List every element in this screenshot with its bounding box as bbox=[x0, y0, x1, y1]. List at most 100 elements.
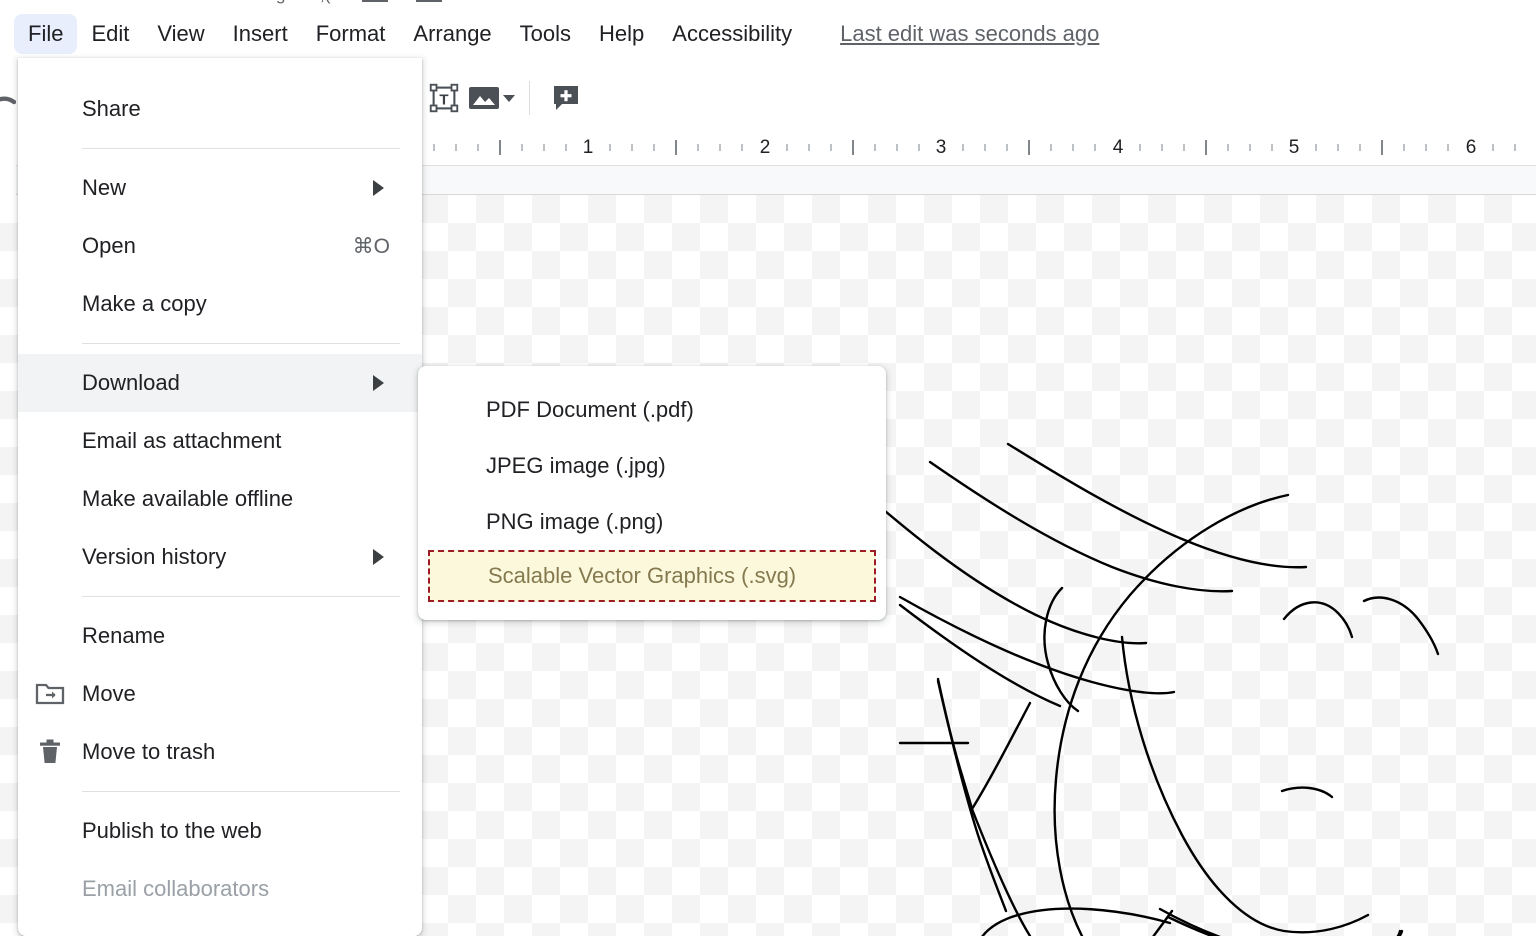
move-folder-icon bbox=[18, 681, 82, 707]
ruler-tick bbox=[631, 144, 634, 151]
undo-icon[interactable] bbox=[0, 62, 17, 195]
top-glyph-2: ▭ bbox=[52, 0, 68, 3]
file-menu-item-email-as-attachment[interactable]: Email as attachment bbox=[18, 412, 422, 470]
menu-separator-1 bbox=[82, 148, 400, 149]
ruler-tick bbox=[1403, 144, 1406, 151]
menubar-item-accessibility[interactable]: Accessibility bbox=[658, 14, 806, 54]
ruler-label: 1 bbox=[582, 137, 594, 158]
ruler-tick bbox=[520, 144, 523, 151]
chevron-right-icon bbox=[373, 180, 384, 196]
download-submenu-item-svg[interactable]: Scalable Vector Graphics (.svg) bbox=[428, 550, 876, 602]
image-dropdown-caret-icon[interactable] bbox=[503, 94, 515, 102]
file-menu-item-publish-to-the-web-label: Publish to the web bbox=[82, 818, 262, 843]
file-menu-item-new-label: New bbox=[82, 175, 127, 200]
file-menu-item-open-shortcut: ⌘O bbox=[352, 234, 390, 258]
ruler-tick bbox=[1006, 144, 1009, 151]
window-top-cut-row: ⌂ ▭ ▭ ▭ ▭ ▭ g ,( bbox=[0, 0, 1536, 8]
top-glyph-3: ▭ bbox=[96, 0, 112, 3]
ruler-tick bbox=[829, 144, 832, 151]
ruler-tick bbox=[454, 144, 457, 151]
menu-separator-4 bbox=[82, 791, 400, 792]
ruler-label: 4 bbox=[1112, 137, 1124, 158]
file-menu-item-new[interactable]: New bbox=[18, 159, 422, 217]
file-menu-item-make-a-copy[interactable]: Make a copy bbox=[18, 275, 422, 333]
ruler-tick bbox=[542, 144, 545, 151]
ruler-tick bbox=[1270, 144, 1273, 151]
ruler-tick bbox=[851, 140, 854, 155]
menubar-item-edit[interactable]: Edit bbox=[77, 14, 143, 54]
trash-icon bbox=[18, 738, 82, 766]
add-comment-icon[interactable] bbox=[544, 76, 588, 120]
menubar-item-insert[interactable]: Insert bbox=[219, 14, 302, 54]
ruler-tick bbox=[1204, 140, 1207, 155]
ruler-tick bbox=[719, 144, 722, 151]
menubar-item-format[interactable]: Format bbox=[302, 14, 400, 54]
top-glyph-7: g bbox=[276, 0, 285, 3]
file-menu-item-rename-label: Rename bbox=[82, 623, 166, 648]
ruler-tick bbox=[1359, 144, 1362, 151]
ruler-tick bbox=[895, 144, 898, 151]
top-glyph-8: ,( bbox=[320, 0, 330, 3]
ruler-tick bbox=[653, 144, 656, 151]
chevron-right-icon bbox=[373, 549, 384, 565]
ruler-tick bbox=[1491, 144, 1494, 151]
file-menu-item-download[interactable]: Download bbox=[18, 354, 422, 412]
top-box-2 bbox=[416, 0, 442, 2]
file-menu-item-share-label: Share bbox=[82, 96, 141, 121]
last-edit-status[interactable]: Last edit was seconds ago bbox=[840, 21, 1099, 47]
ruler-tick bbox=[609, 144, 612, 151]
file-menu-dropdown: Share New Open ⌘O Make a copy Download E… bbox=[18, 58, 422, 936]
ruler-tick bbox=[1182, 144, 1185, 151]
file-menu-item-open-label: Open bbox=[82, 233, 136, 258]
menubar-item-help[interactable]: Help bbox=[585, 14, 658, 54]
ruler-tick bbox=[1337, 144, 1340, 151]
file-menu-item-make-a-copy-label: Make a copy bbox=[82, 291, 207, 316]
ruler-tick bbox=[1094, 144, 1097, 151]
download-submenu-item-pdf[interactable]: PDF Document (.pdf) bbox=[418, 382, 886, 438]
ruler-tick bbox=[1425, 144, 1428, 151]
ruler-tick bbox=[498, 140, 501, 155]
ruler-tick bbox=[873, 144, 876, 151]
text-box-icon[interactable]: T bbox=[422, 76, 466, 120]
ruler-tick bbox=[1226, 144, 1229, 151]
ruler-tick bbox=[962, 144, 965, 151]
file-menu-item-version-history[interactable]: Version history bbox=[18, 528, 422, 586]
download-submenu-item-jpeg[interactable]: JPEG image (.jpg) bbox=[418, 438, 886, 494]
file-menu-item-publish-to-the-web[interactable]: Publish to the web bbox=[18, 802, 422, 860]
file-menu-item-download-label: Download bbox=[82, 370, 180, 395]
svg-text:T: T bbox=[439, 91, 448, 108]
ruler-tick bbox=[785, 144, 788, 151]
file-menu-item-email-collaborators: Email collaborators bbox=[18, 860, 422, 918]
download-submenu-item-png[interactable]: PNG image (.png) bbox=[418, 494, 886, 550]
ruler-tick bbox=[1248, 144, 1251, 151]
menubar-item-view[interactable]: View bbox=[143, 14, 218, 54]
ruler-tick bbox=[741, 144, 744, 151]
menubar-item-file[interactable]: File bbox=[14, 14, 78, 54]
file-menu-item-email-as-attachment-label: Email as attachment bbox=[82, 428, 282, 453]
file-menu-item-rename[interactable]: Rename bbox=[18, 607, 422, 665]
menu-separator-2 bbox=[82, 343, 400, 344]
file-menu-item-move[interactable]: Move bbox=[18, 665, 422, 723]
ruler-tick bbox=[1050, 144, 1053, 151]
file-menu-item-move-to-trash[interactable]: Move to trash bbox=[18, 723, 422, 781]
file-menu-item-make-available-offline-label: Make available offline bbox=[82, 486, 294, 511]
ruler-label: 3 bbox=[935, 137, 947, 158]
file-menu-item-make-available-offline[interactable]: Make available offline bbox=[18, 470, 422, 528]
ruler-tick bbox=[917, 144, 920, 151]
drawing-app-window: ⌂ ▭ ▭ ▭ ▭ ▭ g ,( File Edit View Insert F… bbox=[0, 0, 1536, 936]
ruler-tick bbox=[807, 144, 810, 151]
file-menu-item-share[interactable]: Share bbox=[18, 80, 422, 138]
ruler-tick bbox=[1072, 144, 1075, 151]
file-menu-item-open[interactable]: Open ⌘O bbox=[18, 217, 422, 275]
insert-image-icon[interactable] bbox=[466, 76, 502, 120]
ruler-tick bbox=[432, 144, 435, 151]
top-box-1 bbox=[362, 0, 388, 2]
menubar-item-tools[interactable]: Tools bbox=[506, 14, 585, 54]
ruler-tick bbox=[1447, 144, 1450, 151]
menubar-item-arrange[interactable]: Arrange bbox=[399, 14, 505, 54]
ruler-label: 5 bbox=[1288, 137, 1300, 158]
ruler-tick bbox=[675, 140, 678, 155]
top-glyph-4: ▭ bbox=[142, 0, 158, 3]
ruler-tick bbox=[697, 144, 700, 151]
ruler-tick bbox=[1028, 140, 1031, 155]
